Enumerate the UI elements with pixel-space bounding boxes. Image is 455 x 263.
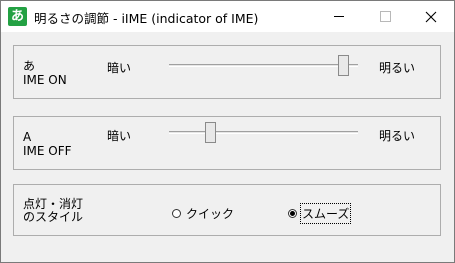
radio-smooth[interactable]: スムーズ (288, 203, 352, 224)
ime-on-slider-track[interactable] (169, 64, 358, 67)
radio-quick-circle[interactable] (172, 209, 181, 218)
close-icon (425, 11, 437, 22)
ime-off-bright-label: 明るい (379, 129, 416, 143)
ime-off-dark-label: 暗い (107, 129, 132, 143)
ime-on-dark-label: 暗い (107, 61, 132, 75)
radio-quick-label: クイック (186, 207, 235, 221)
ime-off-label-line2: IME OFF (23, 144, 72, 158)
ime-on-label-line1: あ (23, 59, 36, 73)
ime-off-slider-track[interactable] (169, 131, 358, 134)
style-group: 点灯・消灯 のスタイル クイック スムーズ (13, 184, 441, 236)
close-button[interactable] (408, 1, 454, 32)
title-bar[interactable]: あ 明るさの調節 - iIME (indicator of IME) (1, 1, 454, 32)
radio-smooth-dot (290, 211, 295, 216)
ime-on-group: あ IME ON 暗い 明るい (13, 45, 441, 99)
window-title: 明るさの調節 - iIME (indicator of IME) (34, 11, 259, 26)
ime-on-label-line2: IME ON (23, 73, 67, 87)
radio-smooth-circle[interactable] (288, 209, 297, 218)
minimize-button[interactable] (316, 1, 362, 32)
ime-on-bright-label: 明るい (379, 61, 416, 75)
radio-smooth-label: スムーズ (299, 203, 352, 224)
style-label-line2: のスタイル (23, 210, 84, 224)
ime-off-slider-thumb[interactable] (204, 122, 216, 143)
ime-off-group: A IME OFF 暗い 明るい (13, 116, 441, 170)
minimize-icon (334, 16, 344, 17)
brightness-dialog: あ 明るさの調節 - iIME (indicator of IME) あ IME… (0, 0, 455, 263)
ime-on-slider-thumb[interactable] (338, 55, 350, 76)
maximize-icon (379, 11, 391, 22)
ime-off-label-line1: A (23, 130, 32, 144)
radio-quick[interactable]: クイック (172, 205, 234, 222)
app-icon: あ (8, 7, 27, 26)
maximize-button (362, 1, 408, 32)
